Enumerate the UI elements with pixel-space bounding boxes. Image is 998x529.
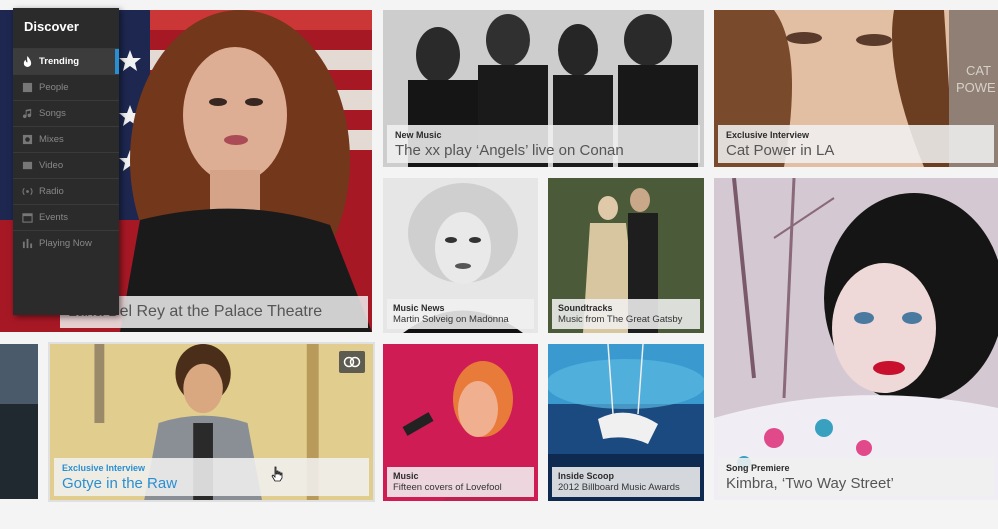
sidebar-item-playing-now[interactable]: Playing Now [13,230,119,256]
madonna-category: Music News [393,303,445,313]
kimbra-caption: Song Premiere Kimbra, ‘Two Way Street’ [718,458,994,496]
xx-caption: New Music The xx play ‘Angels’ live on C… [387,125,700,163]
catpower-title: Cat Power in LA [726,142,835,159]
music-note-icon [21,108,33,120]
billboard-category: Inside Scoop [558,471,615,481]
sidebar-item-video[interactable]: Video [13,152,119,178]
ring-icon[interactable] [339,351,365,373]
sidebar-item-label: Playing Now [39,238,92,249]
sidebar-item-mixes[interactable]: Mixes [13,126,119,152]
tile-gotye[interactable]: Exclusive Interview Gotye in the Raw [48,342,375,502]
radio-icon [21,186,33,198]
kimbra-photo [714,178,998,500]
tile-cat-power[interactable]: CAT POWE Exclusive Interview Cat Power i… [714,10,998,167]
svg-text:CAT: CAT [966,63,991,78]
flame-icon [21,56,33,68]
gatsby-title: Music from The Great Gatsby [558,314,683,325]
tile-gatsby[interactable]: Soundtracks Music from The Great Gatsby [548,178,704,333]
mix-icon [21,134,33,146]
billboard-caption: Inside Scoop 2012 Billboard Music Awards [552,467,700,497]
discover-sidebar: Discover Trending People Songs Mixes Vid… [13,8,119,315]
lovefool-caption: Music Fifteen covers of Lovefool [387,467,534,497]
madonna-caption: Music News Martin Solveig on Madonna [387,299,534,329]
gotye-title[interactable]: Gotye in the Raw [62,474,361,493]
gotye-caption: Exclusive Interview Gotye in the Raw [54,458,369,496]
calendar-icon [21,212,33,224]
xx-title: The xx play ‘Angels’ live on Conan [395,142,624,159]
svg-text:POWE: POWE [956,80,996,95]
tile-the-xx[interactable]: New Music The xx play ‘Angels’ live on C… [383,10,704,167]
discover-page: Lana Del Rey at the Palace Theatre New M… [0,0,998,529]
sidebar-item-trending[interactable]: Trending [13,48,119,74]
sidebar-item-label: Trending [39,56,80,67]
kimbra-category: Song Premiere [726,463,790,473]
sidebar-item-label: Songs [39,108,66,119]
catpower-category: Exclusive Interview [726,130,810,140]
partial-left-photo [0,344,38,499]
people-icon [21,82,33,94]
hand-cursor-icon [271,466,283,482]
gotye-category: Exclusive Interview [62,463,146,473]
kimbra-title: Kimbra, ‘Two Way Street’ [726,475,894,492]
lovefool-title: Fifteen covers of Lovefool [393,482,502,493]
catpower-caption: Exclusive Interview Cat Power in LA [718,125,994,163]
tile-billboard[interactable]: Inside Scoop 2012 Billboard Music Awards [548,344,704,501]
tile-lovefool[interactable]: Music Fifteen covers of Lovefool [383,344,538,501]
gatsby-category: Soundtracks [558,303,613,313]
sidebar-item-label: Video [39,160,64,171]
sidebar-item-label: Radio [39,186,64,197]
sidebar-item-label: People [39,82,69,93]
sidebar-item-people[interactable]: People [13,74,119,100]
sidebar-item-events[interactable]: Events [13,204,119,230]
tile-kimbra[interactable]: Song Premiere Kimbra, ‘Two Way Street’ [714,178,998,500]
lovefool-category: Music [393,471,419,481]
sidebar-item-songs[interactable]: Songs [13,100,119,126]
sidebar-item-radio[interactable]: Radio [13,178,119,204]
billboard-title: 2012 Billboard Music Awards [558,482,680,493]
gatsby-caption: Soundtracks Music from The Great Gatsby [552,299,700,329]
tile-partial-left[interactable] [0,344,38,499]
tile-madonna[interactable]: Music News Martin Solveig on Madonna [383,178,538,333]
madonna-title: Martin Solveig on Madonna [393,314,509,325]
sidebar-title: Discover [24,19,79,34]
sidebar-item-label: Events [39,212,69,223]
video-icon [21,160,33,172]
bars-icon [21,238,33,250]
xx-category: New Music [395,130,442,140]
sidebar-item-label: Mixes [39,134,64,145]
